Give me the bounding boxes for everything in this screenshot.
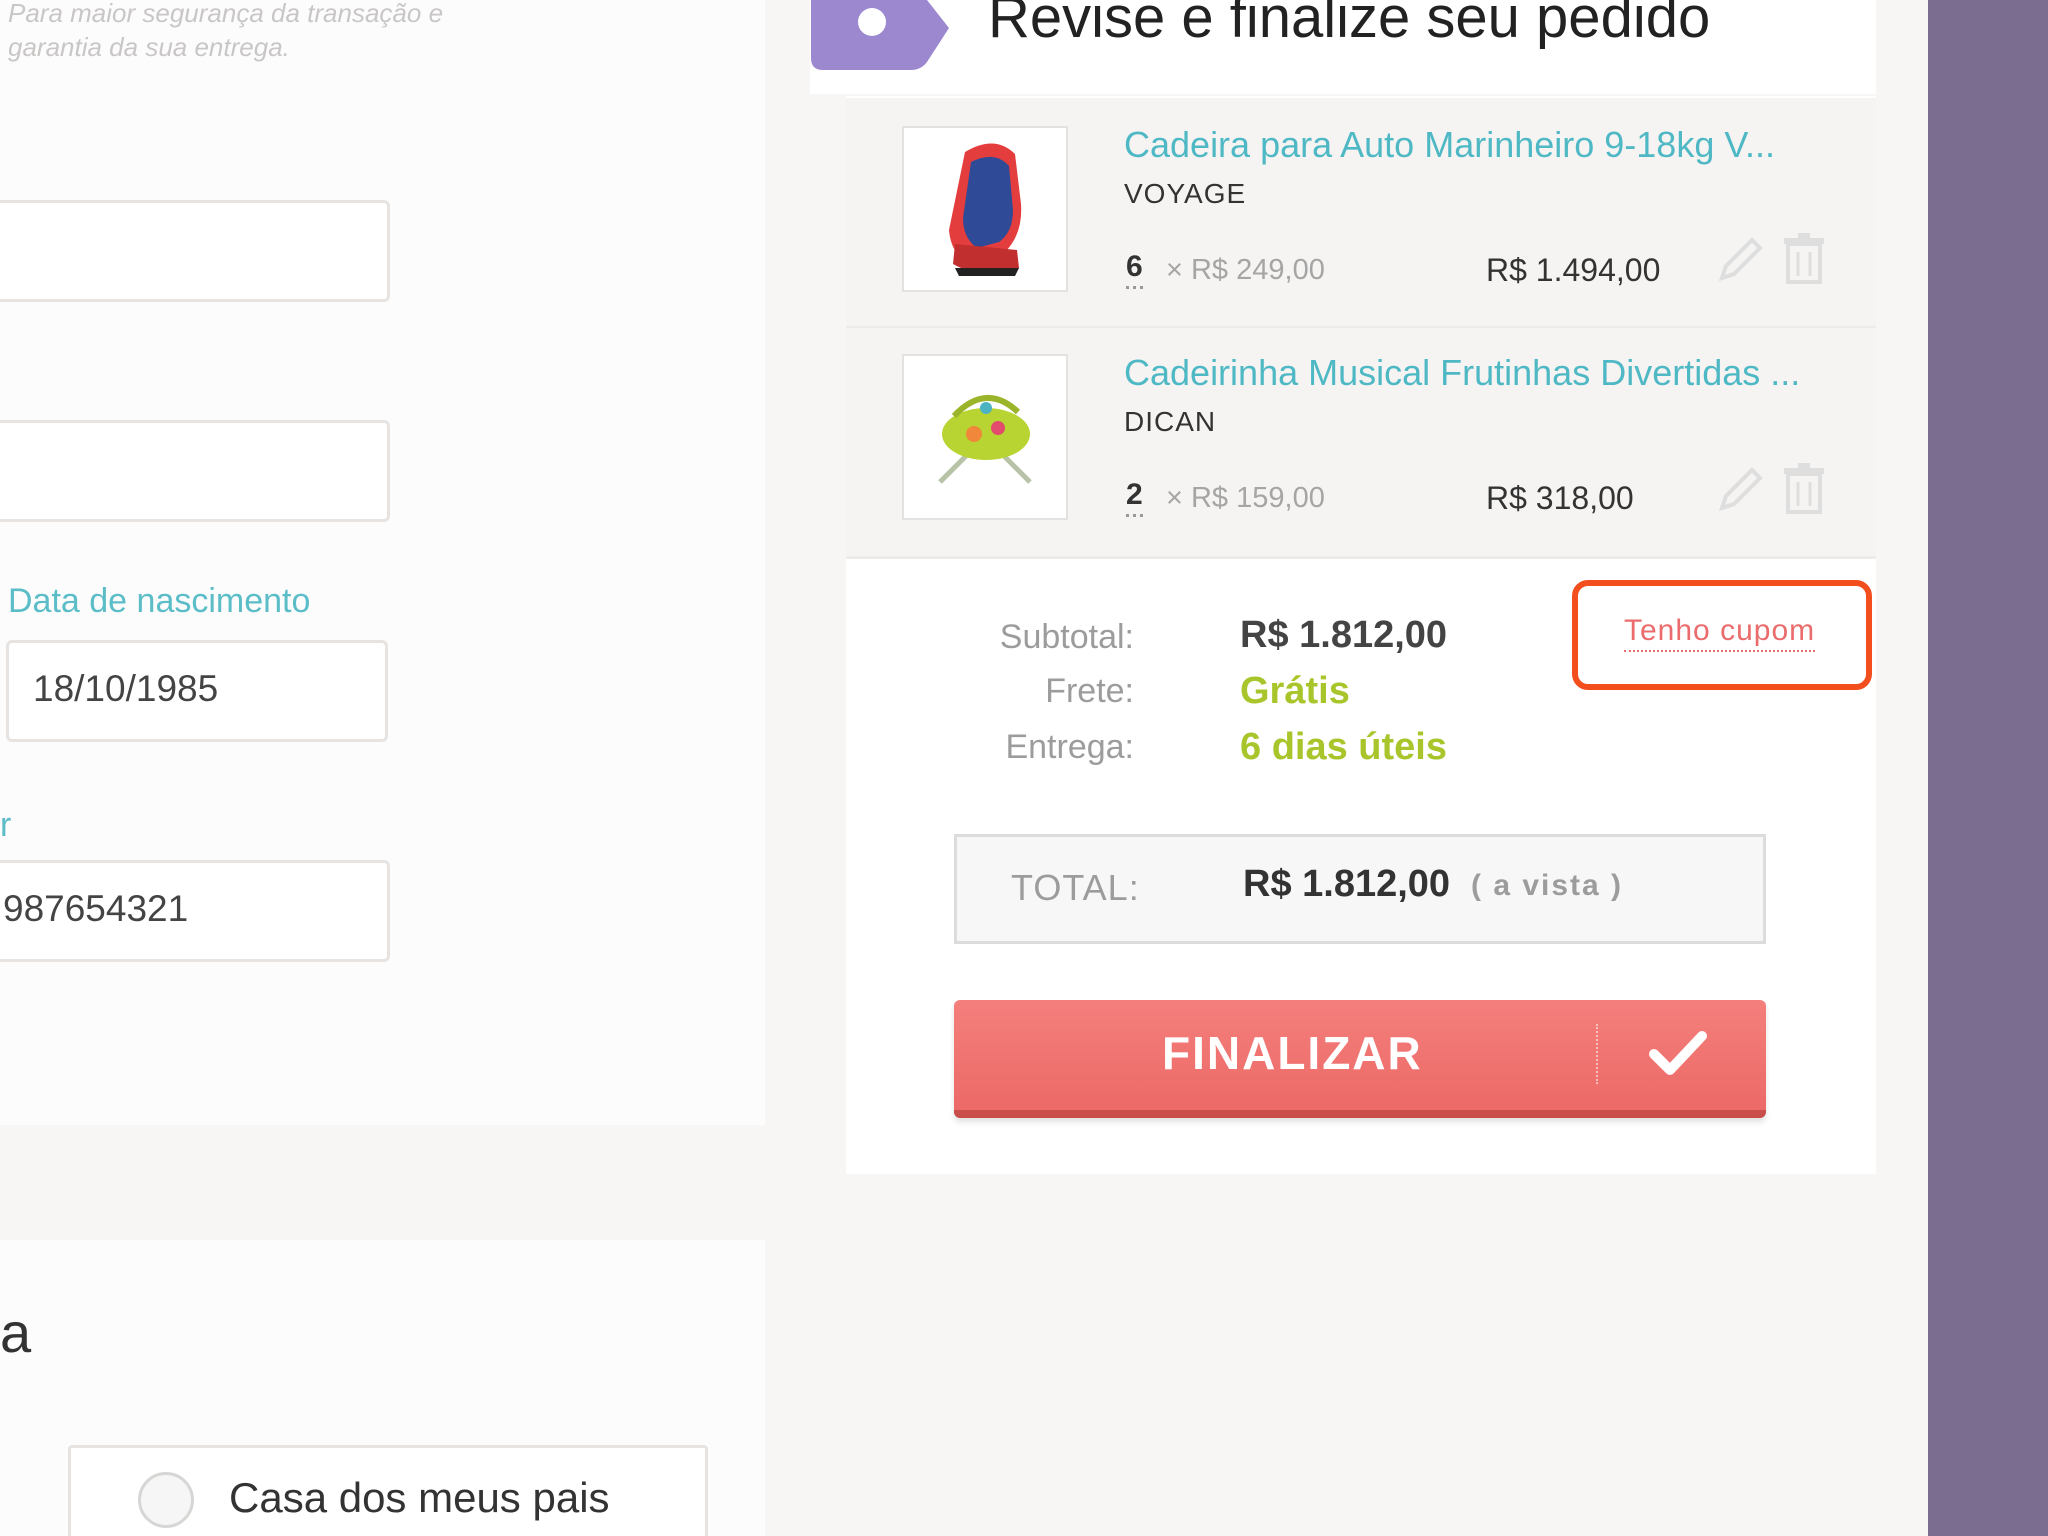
subtotal-value: R$ 1.812,00: [1240, 614, 1448, 656]
payment-note: ( a vista ): [1471, 869, 1624, 902]
button-separator: [1596, 1024, 1598, 1084]
shipping-label: Frete:: [1045, 672, 1134, 710]
total-value: R$ 1.812,00: [1243, 863, 1451, 905]
finalize-button-label: FINALIZAR: [1162, 1027, 1423, 1079]
cart-item: Cadeirinha Musical Frutinhas Divertidas …: [846, 328, 1876, 556]
step-badge-icon: [811, 0, 949, 70]
edit-pencil-icon[interactable]: [1716, 232, 1764, 286]
product-thumbnail[interactable]: [902, 354, 1068, 520]
birthdate-label: Data de nascimento: [8, 582, 311, 620]
section-heading-partial: a: [0, 1301, 32, 1364]
product-brand: DICAN: [1124, 406, 1217, 437]
checkmark-icon: [1649, 1031, 1707, 1075]
subtotal-label: Subtotal:: [999, 618, 1134, 656]
unit-price: × R$ 249,00: [1166, 254, 1325, 286]
radio-button[interactable]: [138, 1472, 194, 1528]
shipping-value: Grátis: [1240, 670, 1350, 712]
baby-bouncer-icon: [938, 395, 1032, 484]
delivery-value: 6 dias úteis: [1240, 726, 1447, 768]
form-field-2[interactable]: [0, 420, 390, 522]
quantity-value[interactable]: 2: [1126, 478, 1143, 517]
finalize-button[interactable]: FINALIZAR: [954, 1000, 1766, 1118]
phone-input[interactable]: 987654321: [0, 860, 390, 962]
total-box: TOTAL: R$ 1.812,00 ( a vista ): [954, 834, 1766, 944]
side-background-strip: [1928, 0, 2048, 1536]
line-total: R$ 1.494,00: [1486, 252, 1661, 288]
total-label: TOTAL:: [1011, 867, 1140, 908]
cart-item: Cadeira para Auto Marinheiro 9-18kg V...…: [846, 98, 1876, 326]
unit-price: × R$ 159,00: [1166, 482, 1325, 514]
product-thumbnail[interactable]: [902, 126, 1068, 292]
car-seat-icon: [949, 143, 1022, 276]
coupon-link[interactable]: Tenho cupom: [1624, 614, 1816, 652]
security-hint-text: Para maior segurança da transação e gara…: [8, 0, 444, 62]
address-option-label: Casa dos meus pais: [229, 1474, 610, 1521]
birthdate-input[interactable]: 18/10/1985: [6, 640, 388, 742]
address-option-parents-house[interactable]: Casa dos meus pais: [68, 1445, 708, 1536]
form-field-1[interactable]: [0, 200, 390, 302]
product-title-link[interactable]: Cadeirinha Musical Frutinhas Divertidas …: [1124, 352, 1800, 394]
row-divider: [846, 556, 1876, 559]
delivery-label: Entrega:: [1005, 728, 1134, 766]
trash-icon[interactable]: [1780, 232, 1828, 286]
product-title-link[interactable]: Cadeira para Auto Marinheiro 9-18kg V...: [1124, 124, 1775, 166]
order-review-title: Revise e finalize seu pedido: [988, 0, 1711, 50]
trash-icon[interactable]: [1780, 462, 1828, 516]
quantity-value[interactable]: 6: [1126, 250, 1143, 289]
phone-label: r: [0, 806, 12, 844]
customer-form-panel: Para maior segurança da transação e gara…: [0, 0, 765, 1125]
product-brand: VOYAGE: [1124, 178, 1247, 209]
edit-pencil-icon[interactable]: [1716, 462, 1764, 516]
line-total: R$ 318,00: [1486, 480, 1634, 516]
